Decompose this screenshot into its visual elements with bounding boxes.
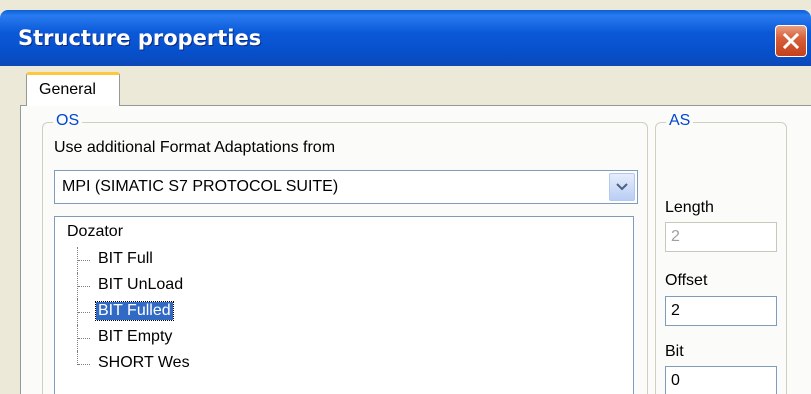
offset-field[interactable]: 2 (665, 296, 777, 326)
tab-general[interactable]: General (26, 72, 120, 106)
bit-field[interactable]: 0 (665, 366, 777, 394)
tree-item[interactable]: SHORT Wes (77, 351, 337, 377)
tree-item-label: SHORT Wes (98, 354, 190, 371)
bit-label: Bit (665, 343, 684, 360)
tree-item-label: BIT UnLoad (98, 276, 184, 293)
tree-connector (78, 260, 90, 261)
tree-connector (78, 364, 90, 365)
format-adaptations-label: Use additional Format Adaptations from (54, 139, 336, 156)
as-group-label: AS (666, 112, 694, 130)
tree-root-node[interactable]: Dozator (67, 223, 123, 241)
format-adaptation-value: MPI (SIMATIC S7 PROTOCOL SUITE) (62, 178, 339, 195)
length-label: Length (665, 199, 714, 216)
tree-connector (78, 286, 90, 287)
format-adaptation-dropdown[interactable]: MPI (SIMATIC S7 PROTOCOL SUITE) (54, 170, 638, 204)
tree-item-selected[interactable]: BIT Fulled (77, 299, 337, 325)
dropdown-button[interactable] (609, 173, 635, 201)
structure-properties-dialog: Structure properties General OS Use addi… (0, 0, 811, 394)
length-field: 2 (665, 222, 777, 252)
os-group-label: OS (53, 112, 83, 130)
close-button[interactable] (775, 25, 807, 57)
offset-label: Offset (665, 272, 708, 289)
close-x-icon (782, 32, 800, 50)
length-value: 2 (671, 228, 680, 245)
tree-item-label: BIT Full (98, 250, 153, 267)
title-bar[interactable]: Structure properties (0, 10, 811, 66)
chevron-down-icon (616, 183, 628, 191)
tree-item[interactable]: BIT Full (77, 247, 337, 273)
tree-connector (78, 312, 90, 313)
tree-item[interactable]: BIT UnLoad (77, 273, 337, 299)
tree-item-label: BIT Fulled (95, 301, 174, 321)
offset-value: 2 (671, 302, 680, 319)
tree-connector (77, 351, 78, 365)
tab-general-label: General (39, 81, 96, 98)
bit-value: 0 (671, 372, 680, 389)
tree-connector (78, 338, 90, 339)
tree-item-label: BIT Empty (98, 328, 173, 345)
tree-item[interactable]: BIT Empty (77, 325, 337, 351)
structure-tree[interactable]: Dozator BIT Full BIT UnLoad BIT Fulled B… (54, 216, 634, 394)
window-title: Structure properties (18, 26, 262, 50)
